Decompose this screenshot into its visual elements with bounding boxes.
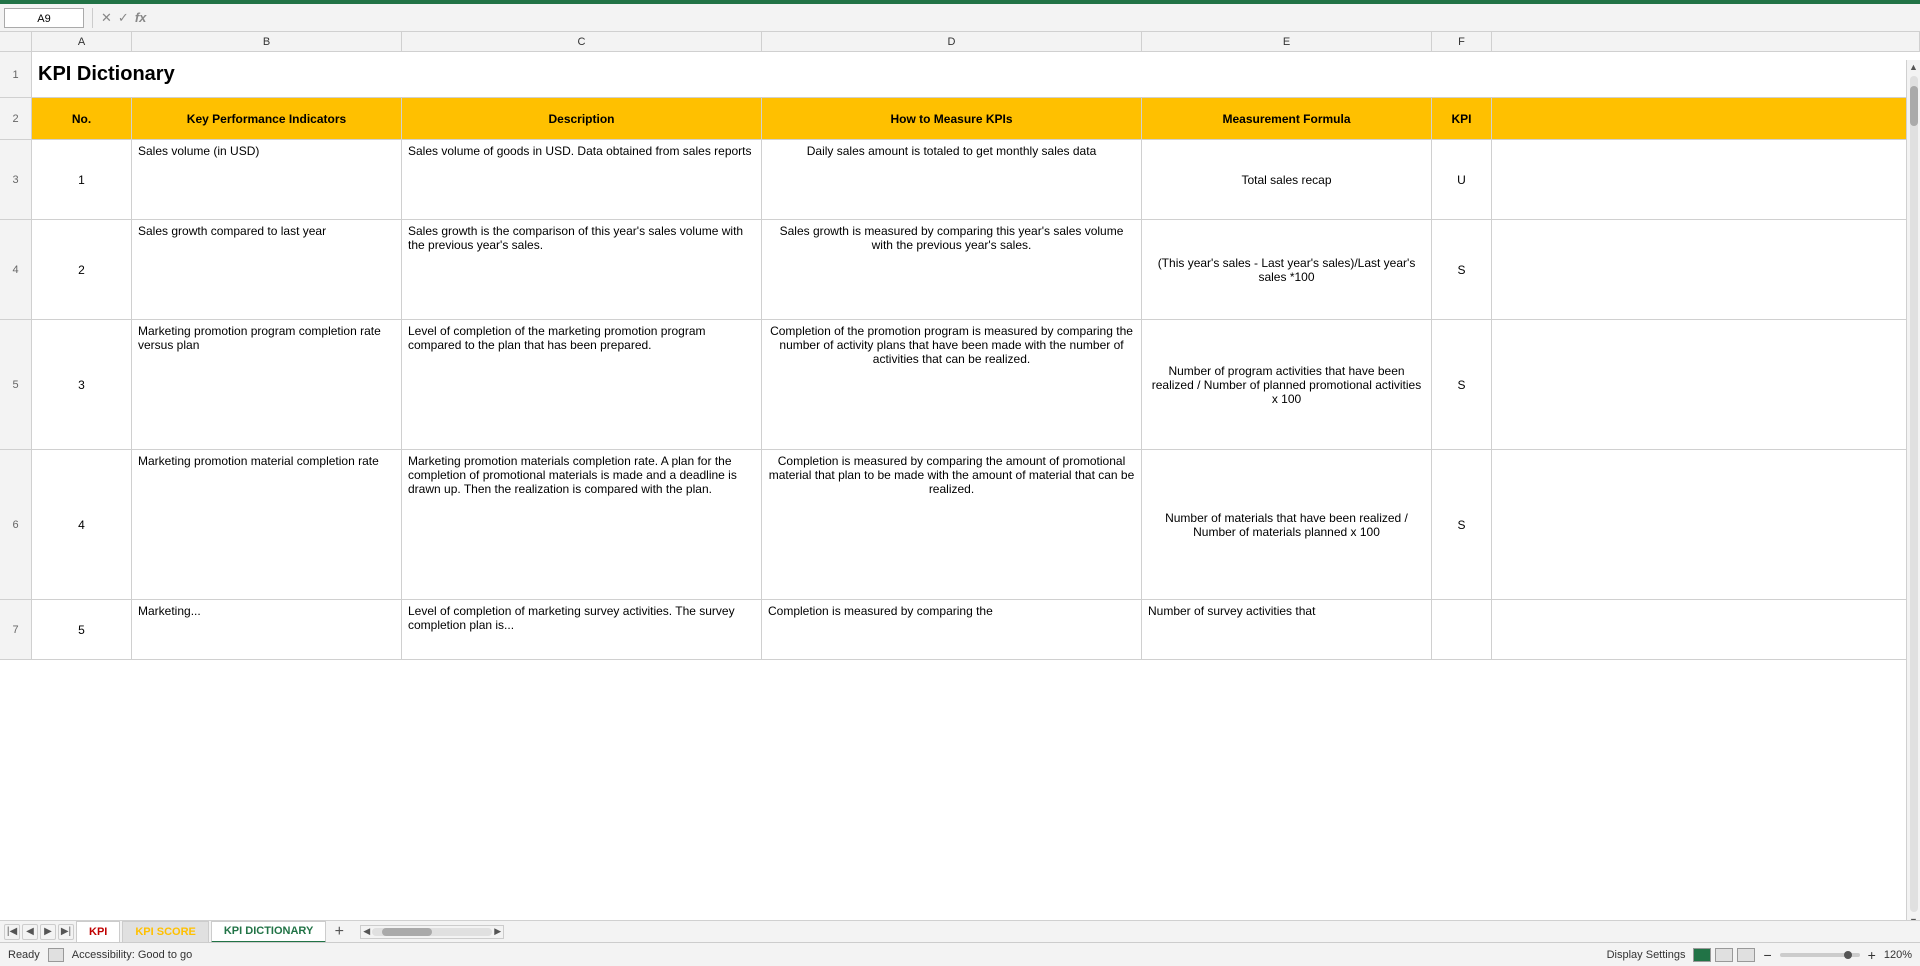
cell-kpi-name[interactable]: Marketing... xyxy=(132,600,402,659)
cell-no[interactable]: 5 xyxy=(32,600,132,659)
function-icon[interactable]: fx xyxy=(135,10,147,25)
cell-kpi-val[interactable]: S xyxy=(1432,220,1492,319)
cell-measure[interactable]: Daily sales amount is totaled to get mon… xyxy=(762,140,1142,219)
col-header-b[interactable]: B xyxy=(132,32,402,51)
h-scroll-left[interactable]: ◀ xyxy=(363,926,370,937)
row-number: 7 xyxy=(0,600,32,659)
cell-kpi-name[interactable]: Marketing promotion program completion r… xyxy=(132,320,402,449)
col-header-f[interactable]: F xyxy=(1432,32,1492,51)
page-layout-btn[interactable] xyxy=(1715,948,1733,962)
cell-formula[interactable]: Number of materials that have been reali… xyxy=(1142,450,1432,599)
row-number: 6 xyxy=(0,450,32,599)
row-number: 4 xyxy=(0,220,32,319)
name-box[interactable]: A9 xyxy=(4,8,84,28)
cell-formula[interactable]: Number of survey activities that xyxy=(1142,600,1432,659)
zoom-in-btn[interactable]: + xyxy=(1868,947,1876,963)
cell-kpi-name[interactable]: Marketing promotion material completion … xyxy=(132,450,402,599)
vertical-scrollbar[interactable]: ▲ ▼ xyxy=(1906,60,1920,928)
sheet-tab-kpi-dictionary[interactable]: KPI DICTIONARY xyxy=(211,921,326,943)
row-number: 1 xyxy=(0,52,32,97)
cell-no[interactable]: 1 xyxy=(32,140,132,219)
col-header-rest xyxy=(1492,32,1920,51)
ready-status: Ready xyxy=(8,949,40,961)
row-number: 3 xyxy=(0,140,32,219)
spreadsheet-body: 1 KPI Dictionary 2 No. Key Performance I… xyxy=(0,52,1920,920)
header-formula: Measurement Formula xyxy=(1142,98,1432,139)
table-row: 2 No. Key Performance Indicators Descrip… xyxy=(0,98,1920,140)
cell-measure[interactable]: Completion of the promotion program is m… xyxy=(762,320,1142,449)
col-header-c[interactable]: C xyxy=(402,32,762,51)
tab-nav-prev[interactable]: ◀ xyxy=(22,924,38,940)
header-no: No. xyxy=(32,98,132,139)
cell-formula[interactable]: Total sales recap xyxy=(1142,140,1432,219)
cell-desc[interactable]: Level of completion of marketing survey … xyxy=(402,600,762,659)
header-kpi-col: KPI xyxy=(1432,98,1492,139)
table-row: 7 5 Marketing... Level of completion of … xyxy=(0,600,1920,660)
cell-desc[interactable]: Marketing promotion materials completion… xyxy=(402,450,762,599)
scroll-up-arrow[interactable]: ▲ xyxy=(1907,60,1920,74)
cell-measure[interactable]: Completion is measured by comparing the xyxy=(762,600,1142,659)
sheet-tab-bar: |◀ ◀ ▶ ▶| KPI KPI SCORE KPI DICTIONARY +… xyxy=(0,920,1920,942)
cell-formula[interactable]: Number of program activities that have b… xyxy=(1142,320,1432,449)
sheet-tab-kpi[interactable]: KPI xyxy=(76,921,120,943)
header-desc: Description xyxy=(402,98,762,139)
cell-no[interactable]: 4 xyxy=(32,450,132,599)
cell-desc[interactable]: Level of completion of the marketing pro… xyxy=(402,320,762,449)
cancel-icon[interactable]: ✕ xyxy=(101,10,112,26)
tab-nav-last[interactable]: ▶| xyxy=(58,924,74,940)
zoom-slider[interactable] xyxy=(1780,953,1860,957)
accessibility-status: Accessibility: Good to go xyxy=(72,949,192,961)
confirm-icon[interactable]: ✓ xyxy=(118,10,129,26)
col-header-d[interactable]: D xyxy=(762,32,1142,51)
cell-desc[interactable]: Sales volume of goods in USD. Data obtai… xyxy=(402,140,762,219)
cell-kpi-val[interactable]: U xyxy=(1432,140,1492,219)
cell-kpi-name[interactable]: Sales volume (in USD) xyxy=(132,140,402,219)
kpi-dictionary-title: KPI Dictionary xyxy=(38,63,175,86)
cell-kpi-val[interactable]: S xyxy=(1432,450,1492,599)
col-header-e[interactable]: E xyxy=(1142,32,1432,51)
cell-measure[interactable]: Sales growth is measured by comparing th… xyxy=(762,220,1142,319)
zoom-level: 120% xyxy=(1884,949,1912,961)
table-row: 6 4 Marketing promotion material complet… xyxy=(0,450,1920,600)
header-kpi: Key Performance Indicators xyxy=(132,98,402,139)
cell-desc[interactable]: Sales growth is the comparison of this y… xyxy=(402,220,762,319)
cell-no[interactable]: 3 xyxy=(32,320,132,449)
row-number-col-header xyxy=(0,32,32,51)
zoom-thumb xyxy=(1844,951,1852,959)
zoom-out-btn[interactable]: − xyxy=(1763,947,1771,963)
tab-nav-next[interactable]: ▶ xyxy=(40,924,56,940)
v-scroll-track[interactable] xyxy=(1910,76,1918,912)
normal-view-btn[interactable] xyxy=(1693,948,1711,962)
table-row: 1 KPI Dictionary xyxy=(0,52,1920,98)
sheet-tab-kpi-score[interactable]: KPI SCORE xyxy=(122,921,209,943)
title-cell[interactable]: KPI Dictionary xyxy=(32,52,1612,97)
h-scroll-right[interactable]: ▶ xyxy=(494,926,501,937)
cell-formula[interactable]: (This year's sales - Last year's sales)/… xyxy=(1142,220,1432,319)
column-headers: A B C D E F xyxy=(0,32,1920,52)
display-settings[interactable]: Display Settings xyxy=(1607,949,1686,961)
table-row: 3 1 Sales volume (in USD) Sales volume o… xyxy=(0,140,1920,220)
v-scroll-thumb[interactable] xyxy=(1910,86,1918,126)
cell-no[interactable]: 2 xyxy=(32,220,132,319)
tab-nav-first[interactable]: |◀ xyxy=(4,924,20,940)
table-row: 4 2 Sales growth compared to last year S… xyxy=(0,220,1920,320)
page-break-btn[interactable] xyxy=(1737,948,1755,962)
add-sheet-button[interactable]: + xyxy=(328,921,350,943)
cell-measure[interactable]: Completion is measured by comparing the … xyxy=(762,450,1142,599)
table-row: 5 3 Marketing promotion program completi… xyxy=(0,320,1920,450)
cell-kpi-val[interactable] xyxy=(1432,600,1492,659)
page-view-icon[interactable] xyxy=(48,948,64,962)
formula-input[interactable] xyxy=(150,8,1916,28)
row-number: 5 xyxy=(0,320,32,449)
header-measure: How to Measure KPIs xyxy=(762,98,1142,139)
cell-kpi-val[interactable]: S xyxy=(1432,320,1492,449)
formula-bar: A9 ✕ ✓ fx xyxy=(0,4,1920,32)
cell-kpi-name[interactable]: Sales growth compared to last year xyxy=(132,220,402,319)
status-bar: Ready Accessibility: Good to go Display … xyxy=(0,942,1920,966)
col-header-a[interactable]: A xyxy=(32,32,132,51)
row-number: 2 xyxy=(0,98,32,139)
